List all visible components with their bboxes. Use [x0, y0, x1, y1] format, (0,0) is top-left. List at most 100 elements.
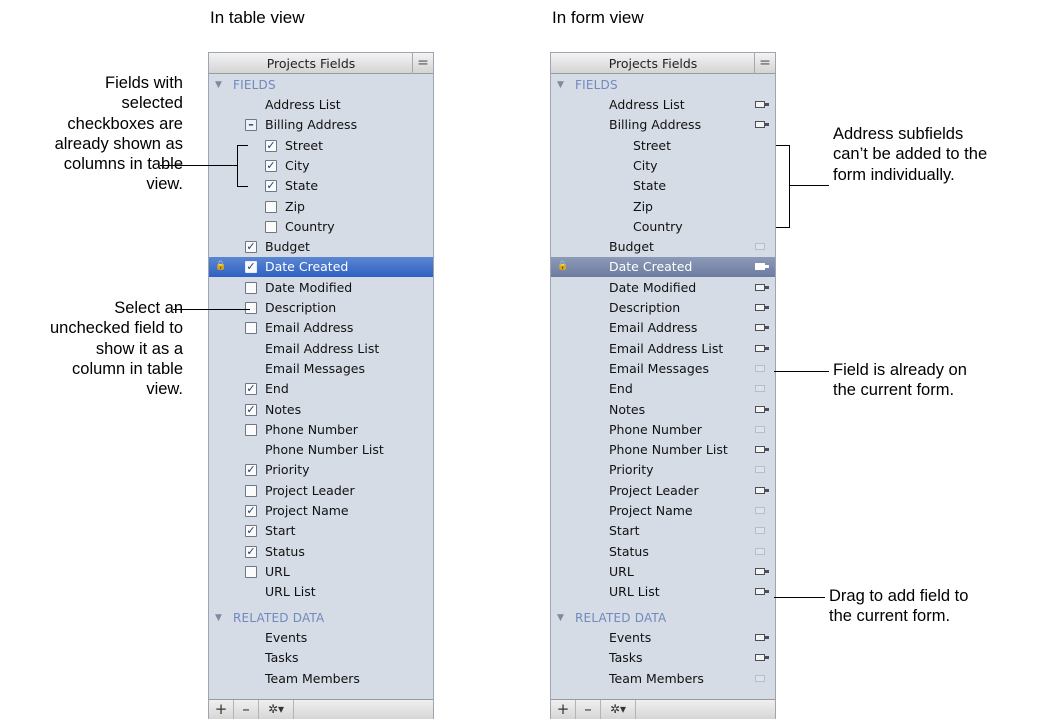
drag-to-form-icon[interactable]	[755, 344, 769, 352]
drag-to-form-icon[interactable]	[755, 486, 769, 494]
drag-to-form-icon[interactable]	[755, 304, 769, 311]
field-row[interactable]: Email Address	[551, 318, 775, 338]
related-row[interactable]: Tasks	[209, 648, 433, 668]
field-row[interactable]: URL List	[551, 582, 775, 602]
drag-to-form-icon[interactable]	[755, 446, 769, 454]
field-row[interactable]: Status	[551, 542, 775, 562]
drag-to-form-icon[interactable]	[755, 634, 769, 641]
field-row[interactable]: Country	[551, 217, 775, 237]
field-checkbox[interactable]	[245, 302, 257, 314]
field-checkbox[interactable]: ✓	[245, 241, 257, 254]
field-row[interactable]: City	[551, 156, 775, 176]
disclosure-triangle-icon[interactable]: ▼	[557, 608, 564, 628]
related-row[interactable]: Tasks	[551, 648, 775, 668]
field-row[interactable]: Zip	[209, 197, 433, 217]
field-row[interactable]: URL	[551, 562, 775, 582]
field-row[interactable]: ✓ Priority	[209, 460, 433, 480]
related-row[interactable]: Events	[551, 628, 775, 648]
related-row[interactable]: Team Members	[209, 669, 433, 689]
field-row[interactable]: Description	[209, 298, 433, 318]
field-checkbox[interactable]	[245, 322, 257, 335]
field-checkbox[interactable]: ✓	[265, 180, 277, 193]
disclosure-triangle-icon[interactable]: ▼	[215, 608, 222, 628]
field-checkbox[interactable]: ✓	[265, 139, 277, 152]
fields-section-header[interactable]: ▼ FIELDS	[209, 75, 433, 95]
field-row[interactable]: Billing Address	[551, 115, 775, 135]
related-section-header[interactable]: ▼ RELATED DATA	[209, 608, 433, 628]
field-row[interactable]: Phone Number	[551, 420, 775, 440]
field-checkbox[interactable]	[245, 423, 257, 436]
field-row[interactable]: Date Modified	[209, 278, 433, 298]
field-row[interactable]: Address List	[551, 95, 775, 115]
field-row[interactable]: Description	[551, 298, 775, 318]
related-row[interactable]: Team Members	[551, 669, 775, 689]
disclosure-triangle-icon[interactable]: ▼	[215, 75, 222, 95]
field-row[interactable]: Date Modified	[551, 278, 775, 298]
field-checkbox[interactable]	[245, 565, 257, 578]
list-icon-button[interactable]: =	[754, 53, 775, 74]
field-checkbox[interactable]	[265, 200, 277, 213]
field-row[interactable]: Priority	[551, 460, 775, 480]
drag-to-form-icon[interactable]	[755, 101, 769, 108]
drag-to-form-icon[interactable]	[755, 588, 769, 596]
field-row[interactable]: ✓ Project Name	[209, 501, 433, 521]
list-icon-button[interactable]: =	[412, 53, 433, 74]
field-row[interactable]: ✓ Start	[209, 521, 433, 541]
field-row[interactable]: Project Name	[551, 501, 775, 521]
field-row[interactable]: Phone Number	[209, 420, 433, 440]
field-row[interactable]: Project Leader	[209, 481, 433, 501]
field-checkbox[interactable]: ✓	[245, 383, 257, 396]
field-row[interactable]: ✓ Budget	[209, 237, 433, 257]
add-button[interactable]: +	[209, 700, 234, 719]
fields-section-header[interactable]: ▼ FIELDS	[551, 75, 775, 95]
gear-menu-button[interactable]: ✲▾	[601, 700, 636, 719]
field-row[interactable]: End	[551, 379, 775, 399]
field-row[interactable]: 🔒 Date Created	[551, 257, 775, 278]
gear-menu-button[interactable]: ✲▾	[259, 700, 294, 719]
field-row[interactable]: State	[551, 176, 775, 196]
drag-to-form-icon[interactable]	[755, 654, 769, 662]
field-row[interactable]: Notes	[551, 400, 775, 420]
field-row[interactable]: Email Messages	[209, 359, 433, 379]
field-row[interactable]: Project Leader	[551, 481, 775, 501]
field-row[interactable]: Email Address	[209, 318, 433, 338]
disclosure-triangle-icon[interactable]: ▼	[557, 75, 564, 95]
drag-to-form-icon[interactable]	[755, 283, 769, 291]
field-checkbox[interactable]: ✓	[245, 505, 257, 517]
remove-button[interactable]: –	[234, 700, 259, 719]
field-row[interactable]: URL List	[209, 582, 433, 602]
field-checkbox[interactable]	[265, 220, 277, 233]
related-section-header[interactable]: ▼ RELATED DATA	[551, 608, 775, 628]
field-row[interactable]: Phone Number List	[551, 440, 775, 460]
drag-to-form-icon[interactable]	[755, 324, 769, 332]
field-row[interactable]: Phone Number List	[209, 440, 433, 460]
partial-checkbox[interactable]: –	[245, 119, 257, 132]
field-checkbox[interactable]: ✓	[245, 545, 257, 558]
field-row[interactable]: ✓ City	[209, 156, 433, 176]
field-checkbox[interactable]	[245, 484, 257, 497]
field-checkbox[interactable]: ✓	[245, 525, 257, 538]
field-row[interactable]: URL	[209, 562, 433, 582]
field-row[interactable]: Email Address List	[551, 339, 775, 359]
field-row[interactable]: – Billing Address	[209, 115, 433, 135]
remove-button[interactable]: –	[576, 700, 601, 719]
field-row[interactable]: ✓ End	[209, 379, 433, 399]
field-checkbox[interactable]: ✓	[265, 159, 277, 172]
field-row[interactable]: Street	[551, 136, 775, 156]
field-checkbox[interactable]: ✓	[245, 464, 257, 477]
add-button[interactable]: +	[551, 700, 576, 719]
field-row[interactable]: ✓ Status	[209, 542, 433, 562]
field-row[interactable]: Country	[209, 217, 433, 237]
field-row[interactable]: ✓ Notes	[209, 400, 433, 420]
field-checkbox[interactable]	[245, 281, 257, 294]
field-row[interactable]: Email Messages	[551, 359, 775, 379]
field-row[interactable]: Budget	[551, 237, 775, 257]
drag-to-form-icon[interactable]	[755, 405, 769, 413]
drag-to-form-icon[interactable]	[755, 121, 769, 129]
field-row[interactable]: Start	[551, 521, 775, 541]
drag-to-form-icon[interactable]	[755, 263, 769, 271]
drag-to-form-icon[interactable]	[755, 567, 769, 575]
field-checkbox[interactable]: ✓	[245, 261, 257, 274]
field-row[interactable]: Email Address List	[209, 339, 433, 359]
related-row[interactable]: Events	[209, 628, 433, 648]
